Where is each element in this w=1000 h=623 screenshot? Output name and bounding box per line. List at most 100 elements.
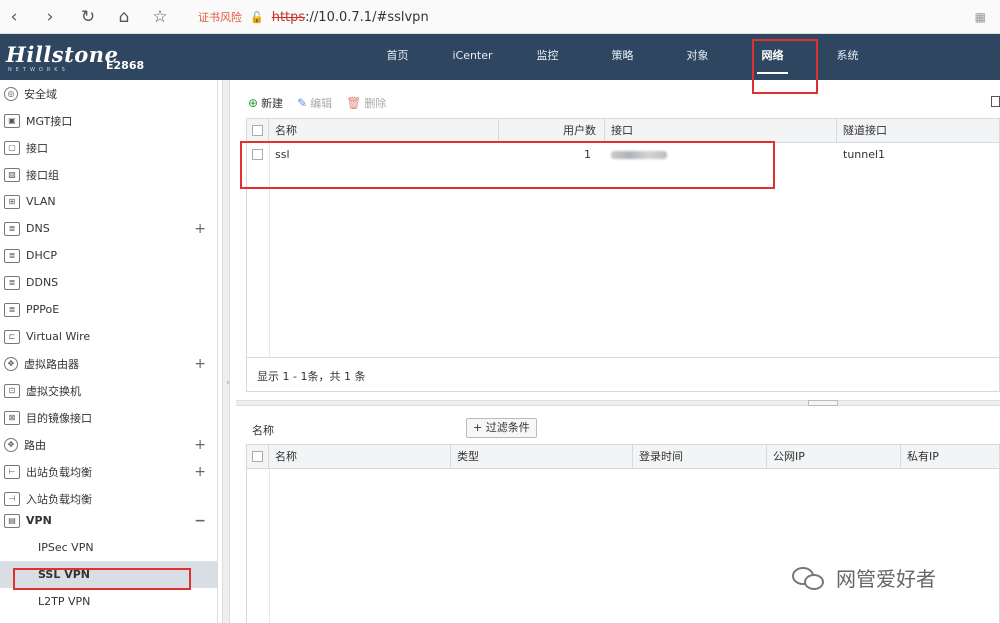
certificate-warning[interactable]: 证书风险	[198, 9, 242, 25]
trash-icon: 🗑	[346, 96, 362, 110]
column-divider	[269, 143, 270, 357]
column-header-interface[interactable]: 接口	[605, 119, 837, 143]
sidebar-item-ipsec-vpn[interactable]: IPSec VPN	[0, 534, 218, 561]
panel-splitter[interactable]	[236, 400, 1000, 406]
sidebar-item-label: VLAN	[26, 195, 56, 208]
url-path: ://10.0.7.1/#sslvpn	[305, 9, 429, 25]
sidebar-item-label: 目的镜像接口	[26, 411, 92, 425]
device-model: E2868	[106, 59, 145, 72]
bookmark-star-icon[interactable]: ☆	[148, 5, 172, 29]
address-bar[interactable]: 证书风险 🔓 https://10.0.7.1/#sslvpn	[198, 8, 429, 26]
pppoe-icon: ≣	[4, 302, 20, 317]
reload-button[interactable]: ↻	[76, 5, 100, 29]
toolbar: ⊕ 新建 ✎ 编辑 🗑 删除	[248, 95, 386, 111]
virtual-wire-icon: ⊏	[4, 329, 20, 344]
ddns-icon: ≣	[4, 275, 20, 290]
sidebar-item-outbound-lb[interactable]: ⊢ 出站负载均衡 +	[0, 458, 218, 485]
delete-button[interactable]: 🗑 删除	[346, 95, 386, 111]
sidebar-item-label: 接口	[26, 141, 48, 155]
filter-bar: 名称 + 过滤条件	[252, 418, 1000, 440]
column-header-public-ip[interactable]: 公网IP	[767, 445, 901, 469]
back-button[interactable]: ‹	[2, 5, 26, 29]
header-checkbox-cell	[247, 119, 269, 143]
new-button[interactable]: ⊕ 新建	[248, 95, 283, 111]
expand-icon[interactable]: +	[194, 221, 206, 237]
column-header-name[interactable]: 名称	[269, 119, 499, 143]
outbound-lb-icon: ⊢	[4, 464, 20, 479]
edit-button[interactable]: ✎ 编辑	[297, 95, 332, 111]
sidebar-item-interface-group[interactable]: ▧ 接口组	[0, 161, 218, 188]
nav-policy[interactable]: 策略	[585, 34, 660, 80]
expand-icon[interactable]: +	[194, 437, 206, 453]
add-filter-button[interactable]: + 过滤条件	[466, 418, 537, 438]
sidebar-item-label: 虚拟路由器	[24, 357, 79, 371]
sidebar-item-interface[interactable]: ▢ 接口	[0, 134, 218, 161]
sidebar-item-l2tp-vpn[interactable]: L2TP VPN	[0, 588, 218, 615]
apps-grid-icon[interactable]: ▦	[975, 10, 986, 24]
forward-button[interactable]: ›	[38, 5, 62, 29]
sidebar-item-vlan[interactable]: ⊞ VLAN	[0, 188, 218, 215]
nav-network[interactable]: 网络	[735, 34, 810, 80]
sidebar-item-label: 出站负载均衡	[26, 465, 92, 479]
inbound-lb-icon: ⊣	[4, 491, 20, 506]
sidebar-item-label: SSL VPN	[38, 568, 90, 581]
sidebar-item-virtual-router[interactable]: ✥ 虚拟路由器 +	[0, 350, 218, 377]
sidebar-item-virtual-wire[interactable]: ⊏ Virtual Wire	[0, 323, 218, 350]
sidebar-item-vpn[interactable]: ▤ VPN −	[0, 507, 218, 534]
sidebar-item-label: DHCP	[26, 249, 58, 262]
collapse-icon[interactable]: −	[194, 513, 206, 529]
zone-icon: ◎	[4, 86, 18, 101]
nav-system[interactable]: 系统	[810, 34, 885, 80]
column-header-private-ip[interactable]: 私有IP	[901, 445, 1000, 469]
sidebar-item-label: 入站负载均衡	[26, 492, 92, 506]
splitter-grip-icon[interactable]: ‹	[226, 378, 230, 388]
brand-logo-sub: NETWORKS	[8, 67, 69, 73]
column-header-type[interactable]: 类型	[451, 445, 633, 469]
cell-users: 1	[584, 148, 591, 161]
ssl-vpn-table: 名称 用户数 接口 隧道接口 ssl 1 tunnel1	[246, 118, 1000, 358]
sidebar-item-ssl-vpn[interactable]: SSL VPN	[0, 561, 218, 588]
dns-icon: ≣	[4, 221, 20, 236]
sidebar-item-label: Virtual Wire	[26, 330, 91, 343]
sidebar-item-routing[interactable]: ✥ 路由 +	[0, 431, 218, 458]
sidebar-item-label: L2TP VPN	[38, 595, 91, 608]
delete-label: 删除	[364, 97, 387, 110]
pencil-icon: ✎	[297, 96, 308, 110]
nav-home[interactable]: 首页	[360, 34, 435, 80]
sidebar-item-label: DNS	[26, 222, 50, 235]
dhcp-icon: ≣	[4, 248, 20, 263]
table-footer: 显示 1 - 1条，共 1 条	[246, 358, 1000, 392]
sidebar-item-ddns[interactable]: ≣ DDNS	[0, 269, 218, 296]
sidebar-item-dhcp[interactable]: ≣ DHCP	[0, 242, 218, 269]
table-header: 名称 类型 登录时间 公网IP 私有IP	[247, 445, 999, 469]
sidebar-item-pppoe[interactable]: ≣ PPPoE	[0, 296, 218, 323]
column-header-tunnel[interactable]: 隧道接口	[837, 119, 1000, 143]
column-header-users[interactable]: 用户数	[499, 119, 605, 143]
url-text[interactable]: https://10.0.7.1/#sslvpn	[272, 10, 429, 25]
sidebar-item-mgt-interface[interactable]: ▣ MGT接口	[0, 107, 218, 134]
row-checkbox[interactable]	[252, 149, 263, 160]
panel-splitter-grip[interactable]	[808, 400, 838, 406]
table-row[interactable]: ssl 1 tunnel1	[247, 143, 999, 167]
main-content: ⊕ 新建 ✎ 编辑 🗑 删除 名称 用户数 接口 隧道接口 ssl 1 tunnel1…	[236, 80, 1000, 623]
sidebar-item-mirror-interface[interactable]: ⊠ 目的镜像接口	[0, 404, 218, 431]
expand-icon[interactable]: +	[194, 464, 206, 480]
cell-interface	[605, 143, 837, 167]
expand-icon[interactable]: +	[194, 356, 206, 372]
nav-object[interactable]: 对象	[660, 34, 735, 80]
watermark: 网管爱好者	[790, 563, 936, 592]
home-button[interactable]: ⌂	[112, 5, 136, 29]
sidebar-item-virtual-switch[interactable]: ⊡ 虚拟交换机	[0, 377, 218, 404]
nav-icenter[interactable]: iCenter	[435, 34, 510, 80]
sidebar-splitter[interactable]	[222, 80, 230, 623]
column-header-login-time[interactable]: 登录时间	[633, 445, 767, 469]
cell-tunnel: tunnel1	[843, 148, 886, 161]
app-header: Hillstone NETWORKS E2868 首页 iCenter 监控 策…	[0, 34, 1000, 80]
sidebar-item-dns[interactable]: ≣ DNS +	[0, 215, 218, 242]
sidebar-item-zone[interactable]: ◎ 安全域	[0, 80, 218, 107]
select-all-checkbox[interactable]	[252, 451, 263, 462]
column-header-name[interactable]: 名称	[269, 445, 451, 469]
column-settings-icon[interactable]	[991, 96, 1000, 107]
nav-monitor[interactable]: 监控	[510, 34, 585, 80]
select-all-checkbox[interactable]	[252, 125, 263, 136]
